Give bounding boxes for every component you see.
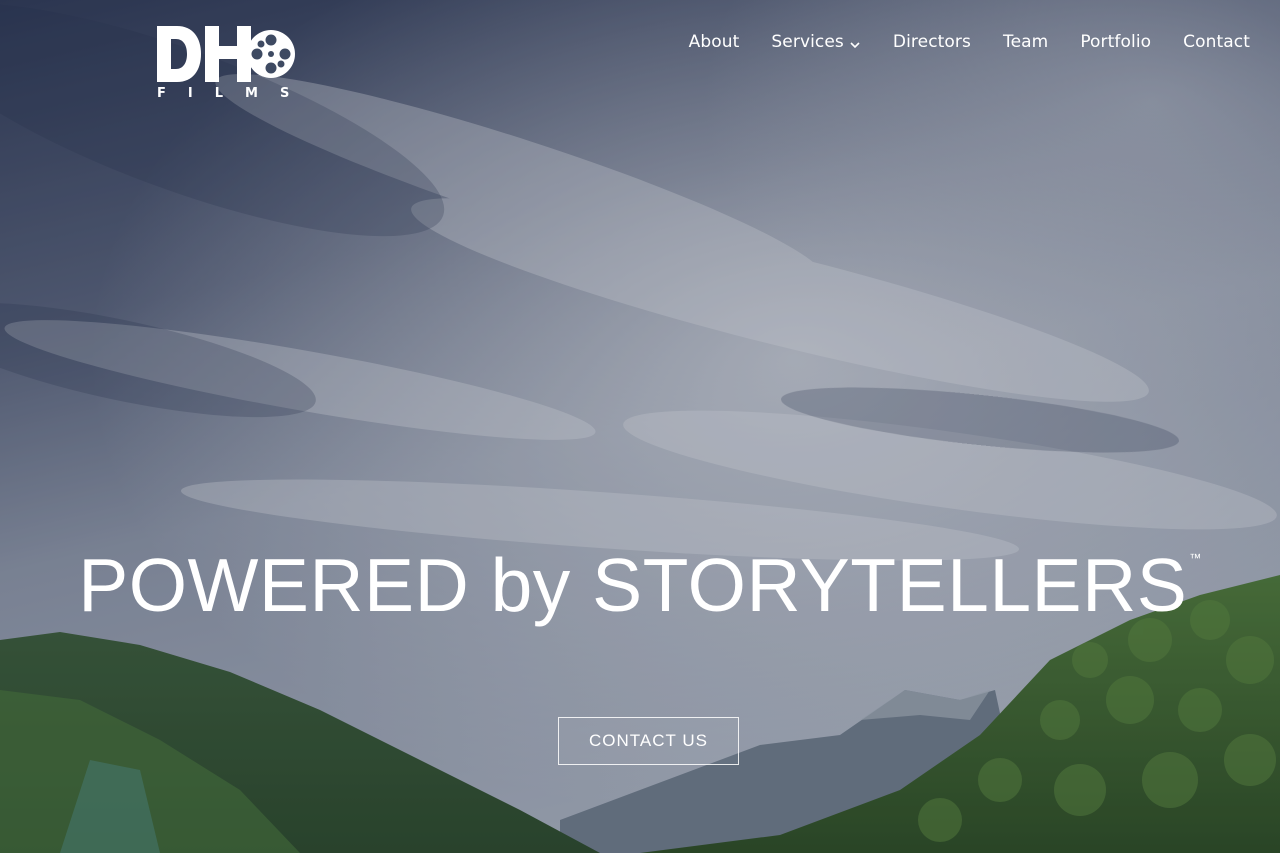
nav-item-team[interactable]: Team [1003,32,1048,52]
contact-us-button[interactable]: CONTACT US [558,717,739,765]
nav-item-label: Team [1002,32,1049,52]
logo-sub-text: FILMS [157,86,312,101]
nav-item-label: Contact [1183,32,1250,52]
nav-item-label: Services [771,32,844,52]
nav-item-label: About [688,32,740,52]
hero-headline-text: POWERED by STORYTELLERS [78,543,1188,627]
nav-item-about[interactable]: About [689,32,740,52]
nav-item-label: Portfolio [1080,32,1152,52]
nav-item-portfolio[interactable]: Portfolio [1080,32,1151,52]
nav-item-directors[interactable]: Directors [893,32,971,52]
hero-headline: POWERED by STORYTELLERS ™ [0,544,1280,627]
chevron-down-icon [849,36,861,49]
contact-us-button-label: CONTACT US [589,731,708,750]
nav-item-services[interactable]: Services [771,32,861,52]
trademark-symbol: ™ [1189,551,1202,565]
main-nav: About Services Directors Team Portfolio … [657,32,1250,52]
dh-films-logo[interactable]: FILMS [157,24,297,104]
nav-item-label: Directors [892,32,971,52]
nav-item-contact[interactable]: Contact [1183,32,1250,52]
hero-section: FILMS About Services Directors Team Port… [0,0,1280,853]
